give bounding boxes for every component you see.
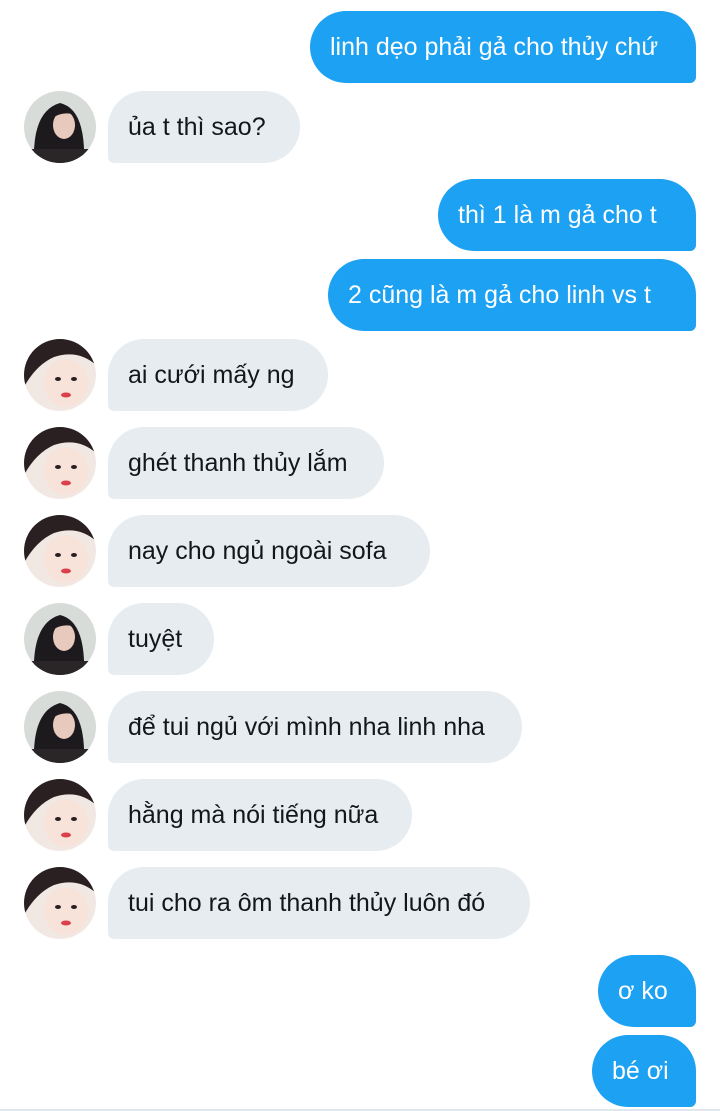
received-message-bubble[interactable]: ghét thanh thủy lắm [108,427,384,499]
received-message-bubble[interactable]: ủa t thì sao? [108,91,300,163]
received-message-bubble[interactable]: tui cho ra ôm thanh thủy luôn đó [108,867,530,939]
dark-hair-avatar[interactable] [24,691,96,763]
received-message-bubble[interactable]: tuyệt [108,603,214,675]
light-face-avatar[interactable] [24,427,96,499]
sent-message-bubble[interactable]: 2 cũng là m gả cho linh vs t [328,259,696,331]
dark-hair-avatar[interactable] [24,91,96,163]
received-message-bubble[interactable]: để tui ngủ với mình nha linh nha [108,691,522,763]
sent-message-bubble[interactable]: ơ ko [598,955,696,1027]
light-face-avatar[interactable] [24,339,96,411]
light-face-avatar[interactable] [24,515,96,587]
dark-hair-avatar[interactable] [24,603,96,675]
received-message-bubble[interactable]: hằng mà nói tiếng nữa [108,779,412,851]
light-face-avatar[interactable] [24,779,96,851]
sent-message-bubble[interactable]: thì 1 là m gả cho t [438,179,696,251]
sent-message-bubble[interactable]: bé ơi [592,1035,696,1107]
sent-message-bubble[interactable]: linh dẹo phải gả cho thủy chứ [310,11,696,83]
received-message-bubble[interactable]: ai cưới mấy ng [108,339,328,411]
received-message-bubble[interactable]: nay cho ngủ ngoài sofa [108,515,430,587]
light-face-avatar[interactable] [24,867,96,939]
